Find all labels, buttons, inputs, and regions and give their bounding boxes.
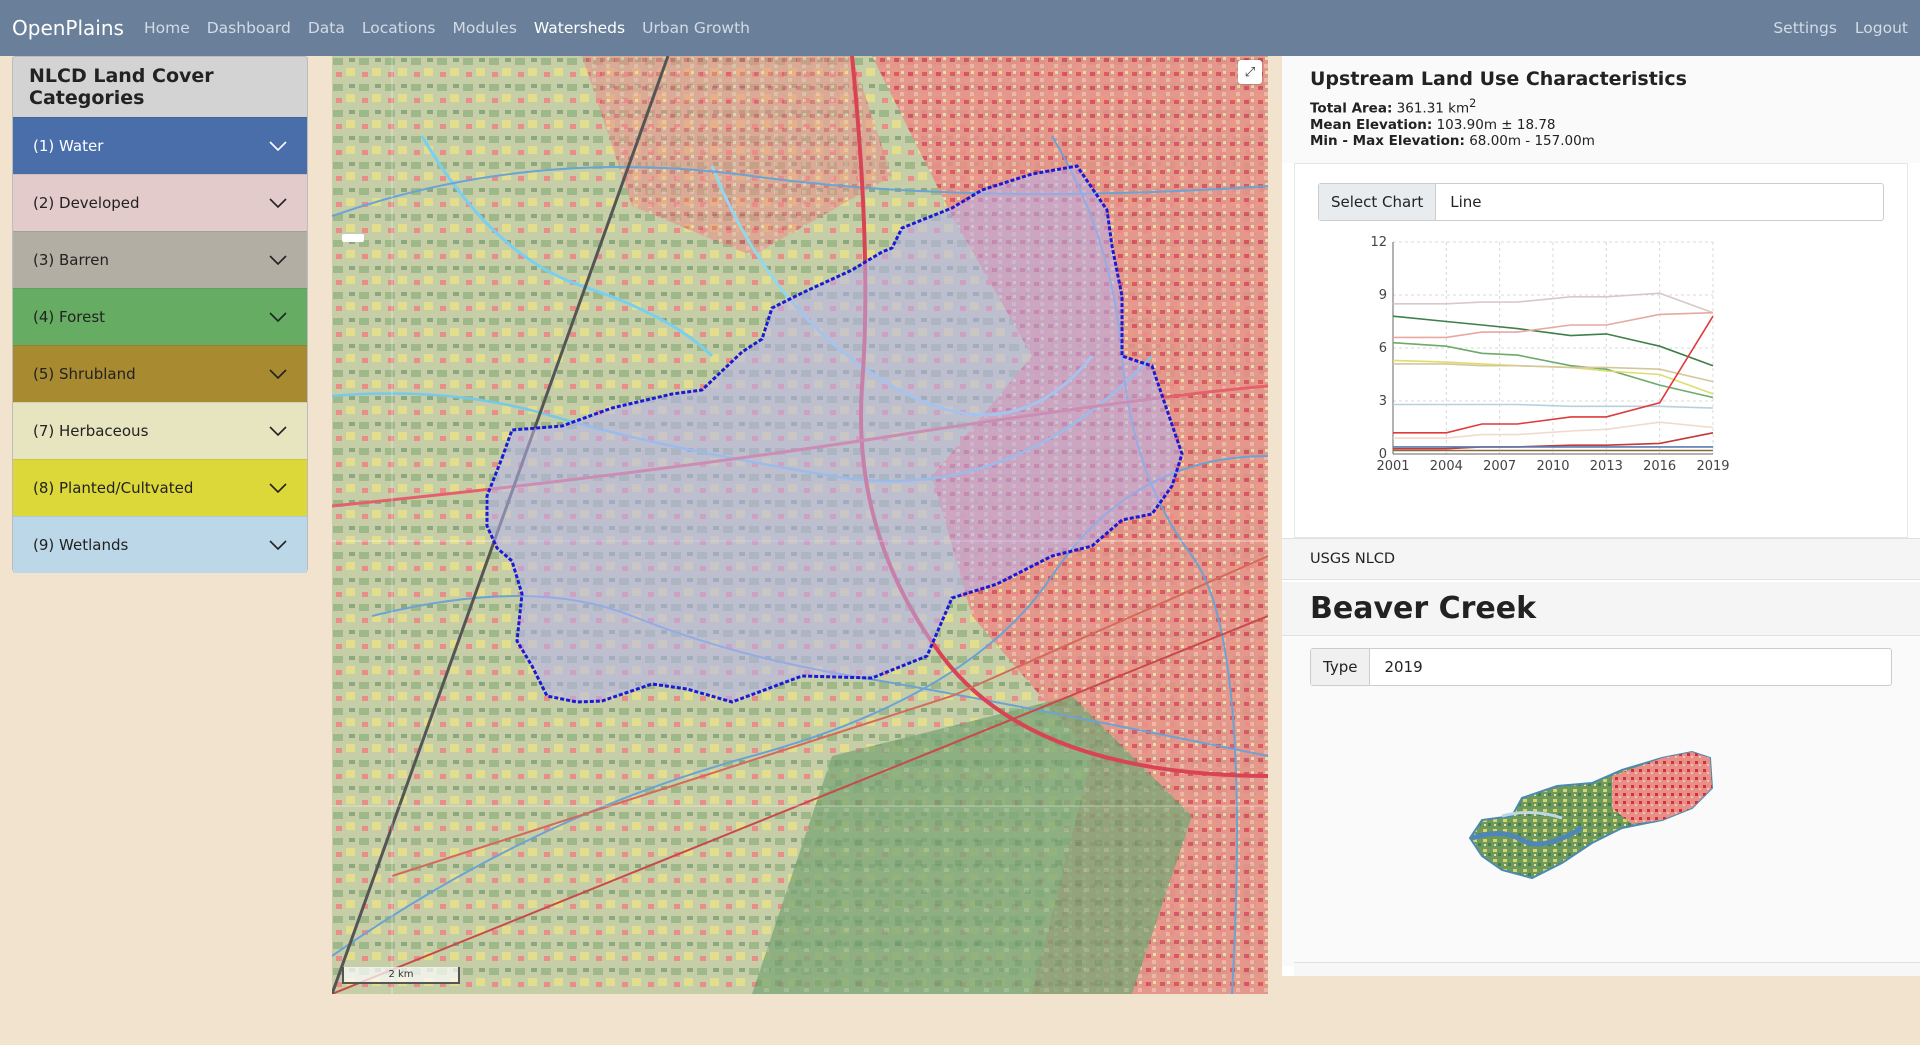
- chevron-down-icon[interactable]: [269, 312, 287, 322]
- land-cover-panel: NLCD Land Cover Categories (1) Water (2) …: [12, 56, 308, 573]
- watershed-landcover-thumbnail: [1468, 750, 1714, 879]
- mean-elevation: Mean Elevation: 103.90m ± 18.78: [1310, 117, 1892, 133]
- chevron-down-icon[interactable]: [269, 426, 287, 436]
- panel-footer-divider: [1294, 962, 1920, 976]
- watershed-title-band: Beaver Creek: [1282, 581, 1920, 636]
- category-item[interactable]: (2) Developed: [13, 174, 307, 231]
- land-use-line-chart: 2001 2004 2007 2010 2013 2016 2019036912: [1370, 235, 1729, 474]
- dataset-section-header[interactable]: USGS NLCD: [1282, 537, 1920, 580]
- nav-settings[interactable]: Settings: [1773, 19, 1837, 37]
- info-panel: Upstream Land Use Characteristics Total …: [1282, 56, 1920, 976]
- category-item[interactable]: (9) Wetlands: [13, 516, 307, 573]
- category-item[interactable]: (4) Forest: [13, 288, 307, 345]
- nav-dashboard[interactable]: Dashboard: [207, 19, 291, 37]
- type-value[interactable]: 2019: [1370, 649, 1891, 685]
- type-select[interactable]: Type 2019: [1310, 647, 1892, 686]
- stats-title: Upstream Land Use Characteristics: [1310, 68, 1687, 90]
- watershed-name: Beaver Creek: [1310, 590, 1537, 626]
- select-chart-value[interactable]: Line: [1436, 184, 1883, 220]
- expand-icon[interactable]: ⤢: [1238, 60, 1262, 84]
- type-label: Type: [1311, 648, 1371, 685]
- total-area-unit: 2: [1469, 97, 1477, 110]
- category-label: (9) Wetlands: [33, 536, 129, 554]
- category-item[interactable]: (3) Barren: [13, 231, 307, 288]
- map-view[interactable]: ⤢ 2 km: [332, 56, 1268, 994]
- minmax-elevation-label: Min - Max Elevation:: [1310, 132, 1465, 149]
- chart-x-tick-label: 2010: [1536, 459, 1569, 474]
- chart-type-select[interactable]: Select Chart Line: [1318, 182, 1884, 221]
- chart-x-tick-label: 2013: [1590, 459, 1623, 474]
- category-label: (8) Planted/Cultvated: [33, 479, 194, 497]
- category-label: (5) Shrubland: [33, 365, 136, 383]
- nav-urban-growth[interactable]: Urban Growth: [642, 19, 750, 37]
- chart-x-tick-label: 2016: [1643, 459, 1676, 474]
- chart-y-tick-label: 3: [1379, 394, 1387, 409]
- nav-logout[interactable]: Logout: [1855, 19, 1908, 37]
- zoom-control[interactable]: [342, 234, 364, 242]
- top-navbar: OpenPlains Home Dashboard Data Locations…: [0, 0, 1920, 56]
- scale-bar-label: 2 km: [388, 969, 414, 980]
- watershed-body: Type 2019: [1282, 635, 1920, 966]
- chevron-down-icon[interactable]: [269, 198, 287, 208]
- category-label: (1) Water: [33, 137, 104, 155]
- category-item[interactable]: (1) Water: [13, 117, 307, 174]
- nav-data[interactable]: Data: [308, 19, 345, 37]
- category-label: (7) Herbaceous: [33, 422, 149, 440]
- mean-elevation-value: 103.90m ± 18.78: [1436, 116, 1556, 133]
- chevron-down-icon[interactable]: [269, 255, 287, 265]
- chevron-down-icon[interactable]: [269, 540, 287, 550]
- chart-y-tick-label: 9: [1379, 288, 1387, 303]
- chart-x-tick-label: 2004: [1430, 459, 1463, 474]
- chart-series-line: [1393, 403, 1714, 409]
- chart-y-tick-label: 6: [1379, 341, 1387, 356]
- nav-home[interactable]: Home: [144, 19, 190, 37]
- total-area-label: Total Area:: [1310, 100, 1393, 117]
- chevron-down-icon[interactable]: [269, 141, 287, 151]
- land-cover-title: NLCD Land Cover Categories: [29, 65, 214, 109]
- land-use-stats: Upstream Land Use Characteristics Total …: [1282, 56, 1920, 163]
- nav-right-group: Settings Logout: [1755, 19, 1908, 37]
- scale-bar: 2 km: [342, 967, 460, 984]
- category-item[interactable]: (7) Herbaceous: [13, 402, 307, 459]
- category-label: (4) Forest: [33, 308, 106, 326]
- nav-watersheds[interactable]: Watersheds: [534, 19, 625, 37]
- total-area: Total Area: 361.31 km2: [1310, 96, 1892, 117]
- chevron-down-icon[interactable]: [269, 369, 287, 379]
- nav-locations[interactable]: Locations: [362, 19, 436, 37]
- mean-elevation-label: Mean Elevation:: [1310, 116, 1433, 133]
- minmax-elevation: Min - Max Elevation: 68.00m - 157.00m: [1310, 133, 1892, 149]
- chevron-down-icon[interactable]: [269, 483, 287, 493]
- chart-y-tick-label: 0: [1379, 447, 1387, 462]
- category-item[interactable]: (8) Planted/Cultvated: [13, 459, 307, 516]
- category-label: (3) Barren: [33, 251, 109, 269]
- select-chart-label: Select Chart: [1319, 183, 1437, 220]
- chart-series-line: [1393, 362, 1714, 382]
- chart-x-tick-label: 2007: [1483, 459, 1516, 474]
- chart-y-tick-label: 12: [1370, 235, 1387, 250]
- total-area-value: 361.31 km: [1396, 100, 1470, 117]
- map-basemap: [332, 56, 1268, 994]
- category-label: (2) Developed: [33, 194, 140, 212]
- nav-modules[interactable]: Modules: [452, 19, 516, 37]
- minmax-elevation-value: 68.00m - 157.00m: [1469, 132, 1595, 149]
- chart-card: Select Chart Line 2001 2004 2007 2010 2013 20…: [1294, 162, 1908, 538]
- category-list: (1) Water (2) Developed (3) Barren (4) Fore…: [13, 117, 307, 573]
- category-item[interactable]: (5) Shrubland: [13, 345, 307, 402]
- chart-x-tick-label: 2019: [1696, 459, 1729, 474]
- brand-logo[interactable]: OpenPlains: [12, 16, 124, 40]
